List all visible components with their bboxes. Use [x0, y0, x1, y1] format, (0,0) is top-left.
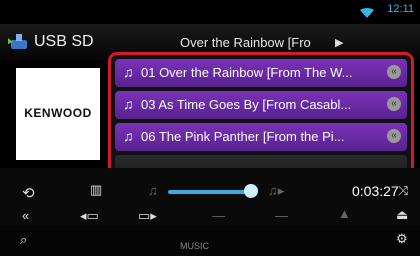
bottom-label: MUSIC: [180, 241, 209, 251]
seek-handle[interactable]: [244, 184, 258, 198]
album-art-brand-text: KENWOOD: [24, 106, 92, 120]
track-start-icon: ♫: [148, 183, 158, 198]
bottom-bar: [0, 226, 420, 256]
status-bar: 12:11: [0, 0, 420, 24]
list-item-label: 06 The Pink Panther [From the Pi...: [141, 129, 345, 144]
folder-up-icon[interactable]: ◂▭: [80, 208, 99, 224]
seek-bar[interactable]: [168, 190, 250, 194]
more-icon[interactable]: «: [387, 129, 401, 143]
folder-down-icon[interactable]: ▭▸: [138, 208, 157, 224]
music-note-icon: ♫: [123, 64, 134, 80]
list-item[interactable]: ♫ 06 The Pink Panther [From the Pi... «: [115, 123, 407, 151]
more-icon[interactable]: «: [387, 65, 401, 79]
back-icon[interactable]: «: [22, 208, 29, 223]
divider-icon: —: [212, 208, 225, 223]
track-end-icon: ♫▸: [268, 183, 285, 198]
clock: 12:11: [387, 3, 414, 15]
list-item[interactable]: ♫ 03 As Time Goes By [From Casabl... «: [115, 91, 407, 119]
source-label[interactable]: USB SD: [34, 33, 94, 51]
eq-icon[interactable]: ▥: [90, 182, 102, 198]
music-note-icon: ♫: [123, 128, 134, 144]
more-icon[interactable]: «: [387, 97, 401, 111]
list-item-label: 01 Over the Rainbow [From The W...: [141, 65, 353, 80]
wifi-icon: [360, 5, 374, 23]
repeat-icon[interactable]: ⟲: [22, 184, 35, 202]
divider-icon: —: [275, 208, 288, 223]
playlist: ♫ 01 Over the Rainbow [From The W... « ♫…: [108, 52, 414, 180]
list-item-label: 03 As Time Goes By [From Casabl...: [141, 97, 352, 112]
shuffle-icon[interactable]: ⤨: [398, 183, 408, 199]
music-note-icon: ♫: [123, 96, 134, 112]
settings-icon[interactable]: ⚙: [396, 231, 408, 247]
like-icon[interactable]: ▲: [338, 206, 351, 221]
now-playing-title: Over the Rainbow [Fro: [180, 35, 311, 50]
eject-icon[interactable]: ⏏: [396, 207, 408, 223]
search-icon[interactable]: ⌕: [20, 232, 27, 248]
usb-source-icon[interactable]: [8, 32, 30, 55]
play-indicator-icon: ▶: [335, 37, 344, 49]
elapsed-time: 0:03:27: [352, 183, 399, 199]
list-item[interactable]: ♫ 01 Over the Rainbow [From The W... «: [115, 59, 407, 87]
album-art[interactable]: KENWOOD: [16, 68, 100, 160]
